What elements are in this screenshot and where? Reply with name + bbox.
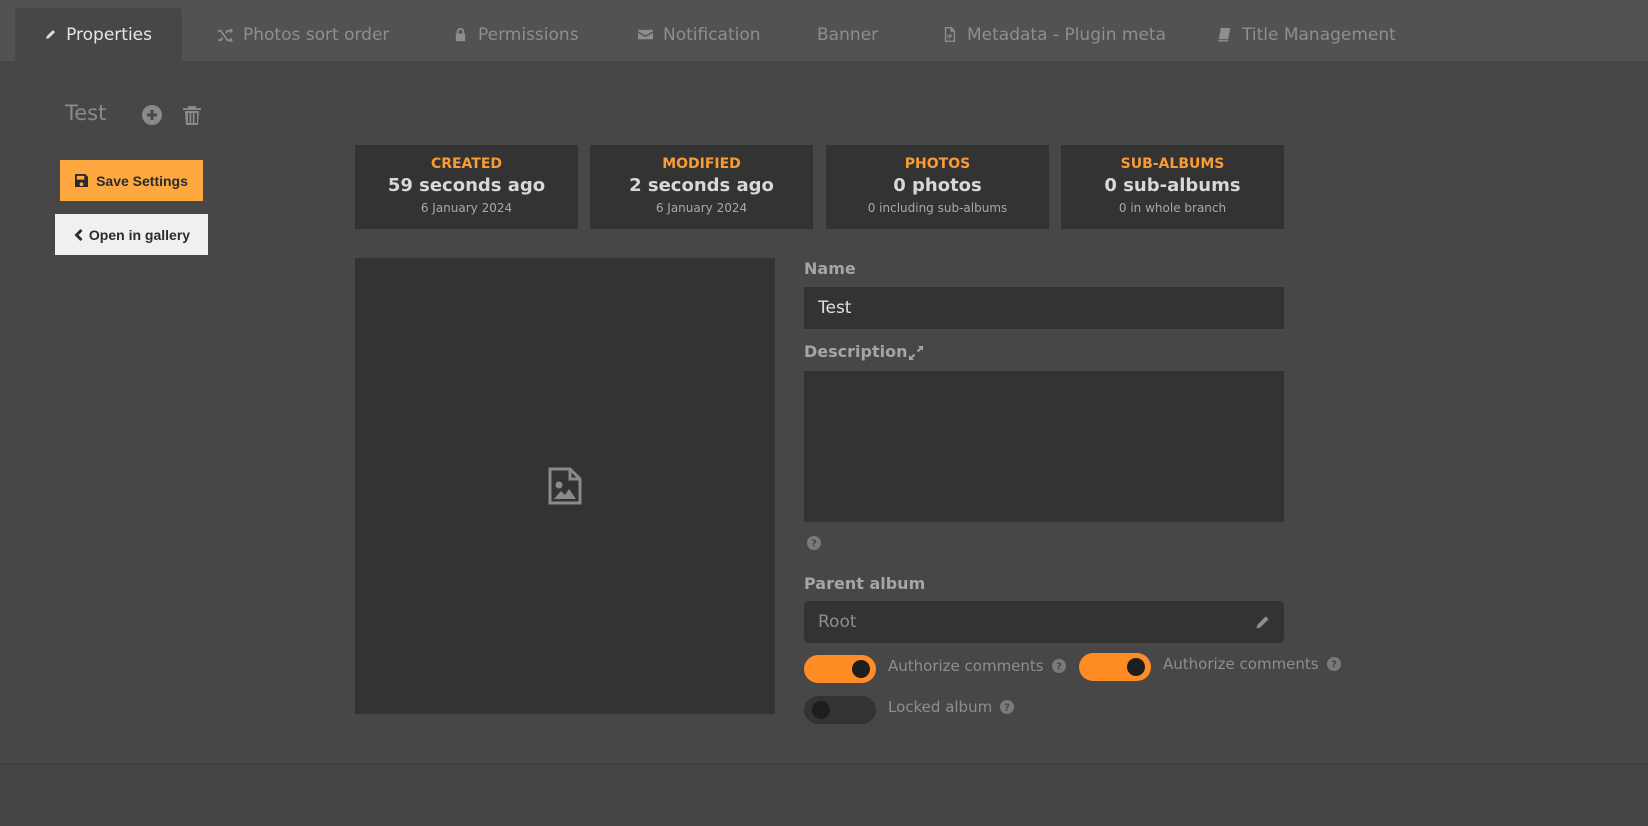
- save-settings-button[interactable]: Save Settings: [60, 160, 203, 201]
- delete-album-button[interactable]: [181, 104, 203, 126]
- parent-album-label: Parent album: [804, 574, 926, 593]
- album-thumbnail[interactable]: [355, 258, 775, 714]
- description-help-icon[interactable]: ?: [807, 535, 821, 550]
- toggle-knob: [852, 660, 870, 678]
- tab-notification[interactable]: Notification: [638, 8, 761, 61]
- tab-metadata-plugin-meta[interactable]: Metadata - Plugin meta: [942, 8, 1166, 61]
- toggle-label-text: Authorize comments: [888, 657, 1044, 675]
- stat-label: CREATED: [430, 156, 503, 172]
- tab-photos-sort-order[interactable]: Photos sort order: [218, 8, 389, 61]
- locked-album-toggle[interactable]: [804, 696, 876, 724]
- parent-album-value: Root: [818, 612, 857, 632]
- stat-value: 0 photos: [893, 175, 982, 196]
- description-textarea[interactable]: [804, 371, 1284, 522]
- plus-circle-icon: [142, 105, 162, 125]
- tab-label: Permissions: [478, 24, 579, 45]
- tab-label: Banner: [817, 24, 879, 45]
- svg-text:?: ?: [1056, 662, 1062, 673]
- expand-description-button[interactable]: [908, 345, 924, 361]
- stat-sub: 6 January 2024: [655, 201, 748, 215]
- authorize-comments-toggle-2[interactable]: [1079, 653, 1151, 681]
- floppy-disk-icon: [75, 174, 89, 187]
- tab-label: Title Management: [1242, 24, 1396, 45]
- stat-sub: 0 in whole branch: [1118, 201, 1227, 215]
- pencil-icon: [1256, 615, 1269, 628]
- tab-label: Notification: [663, 24, 761, 45]
- authorize-comments-label: Authorize comments ?: [888, 657, 1066, 675]
- help-icon[interactable]: ?: [1051, 659, 1066, 673]
- toggle-knob: [812, 701, 830, 719]
- name-label: Name: [804, 259, 856, 278]
- stat-value: 59 seconds ago: [387, 175, 546, 196]
- tab-banner[interactable]: Banner: [817, 8, 878, 61]
- stat-label: SUB-ALBUMS: [1120, 156, 1225, 172]
- svg-text:?: ?: [811, 539, 817, 550]
- name-input[interactable]: [804, 287, 1284, 329]
- add-album-button[interactable]: [141, 104, 163, 126]
- toggle-label-text: Locked album: [888, 698, 993, 716]
- pencil-icon: [46, 29, 56, 39]
- authorize-comments-label-2: Authorize comments ?: [1163, 655, 1341, 673]
- stat-sub-albums: SUB-ALBUMS 0 sub-albums 0 in whole branc…: [1061, 145, 1284, 229]
- album-title: Test: [65, 101, 107, 125]
- stat-modified: MODIFIED 2 seconds ago 6 January 2024: [590, 145, 813, 229]
- tab-label: Photos sort order: [243, 24, 390, 45]
- stat-sub: 6 January 2024: [420, 201, 513, 215]
- lock-icon: [455, 27, 466, 42]
- stat-photos: PHOTOS 0 photos 0 including sub-albums: [826, 145, 1049, 229]
- tab-label: Metadata - Plugin meta: [967, 24, 1166, 45]
- book-icon: [1217, 27, 1231, 42]
- open-in-gallery-button[interactable]: Open in gallery: [55, 214, 208, 255]
- footer: [0, 764, 1648, 826]
- code-file-icon: [944, 27, 956, 42]
- shuffle-icon: [218, 27, 233, 42]
- save-settings-label: Save Settings: [96, 172, 188, 189]
- stat-value: 0 sub-albums: [1104, 175, 1241, 196]
- parent-album-field[interactable]: Root: [804, 601, 1284, 643]
- authorize-comments-toggle[interactable]: [804, 655, 876, 683]
- help-icon[interactable]: ?: [1000, 700, 1015, 714]
- svg-text:?: ?: [1331, 660, 1337, 671]
- image-file-icon: [548, 467, 582, 505]
- stat-created: CREATED 59 seconds ago 6 January 2024: [355, 145, 578, 229]
- stat-label: MODIFIED: [662, 156, 741, 172]
- svg-text:?: ?: [1004, 703, 1010, 714]
- tab-permissions[interactable]: Permissions: [453, 8, 579, 61]
- locked-album-label: Locked album ?: [888, 698, 1015, 716]
- trash-icon: [183, 106, 201, 125]
- help-icon[interactable]: ?: [1326, 657, 1341, 671]
- stat-value: 2 seconds ago: [629, 175, 774, 196]
- toggle-label-text: Authorize comments: [1163, 655, 1319, 673]
- open-in-gallery-label: Open in gallery: [88, 226, 191, 243]
- toggle-knob: [1127, 658, 1145, 676]
- envelope-icon: [638, 29, 653, 40]
- chevron-left-icon: [74, 228, 83, 241]
- tab-bar: Properties Photos sort order Permissions…: [0, 0, 1648, 61]
- tab-properties[interactable]: Properties: [15, 8, 182, 61]
- stat-sub: 0 including sub-albums: [867, 201, 1008, 215]
- expand-icon: [909, 346, 923, 360]
- stat-label: PHOTOS: [904, 156, 971, 172]
- description-label: Description: [804, 342, 908, 361]
- tab-title-management[interactable]: Title Management: [1217, 8, 1396, 61]
- tab-label: Properties: [66, 24, 152, 45]
